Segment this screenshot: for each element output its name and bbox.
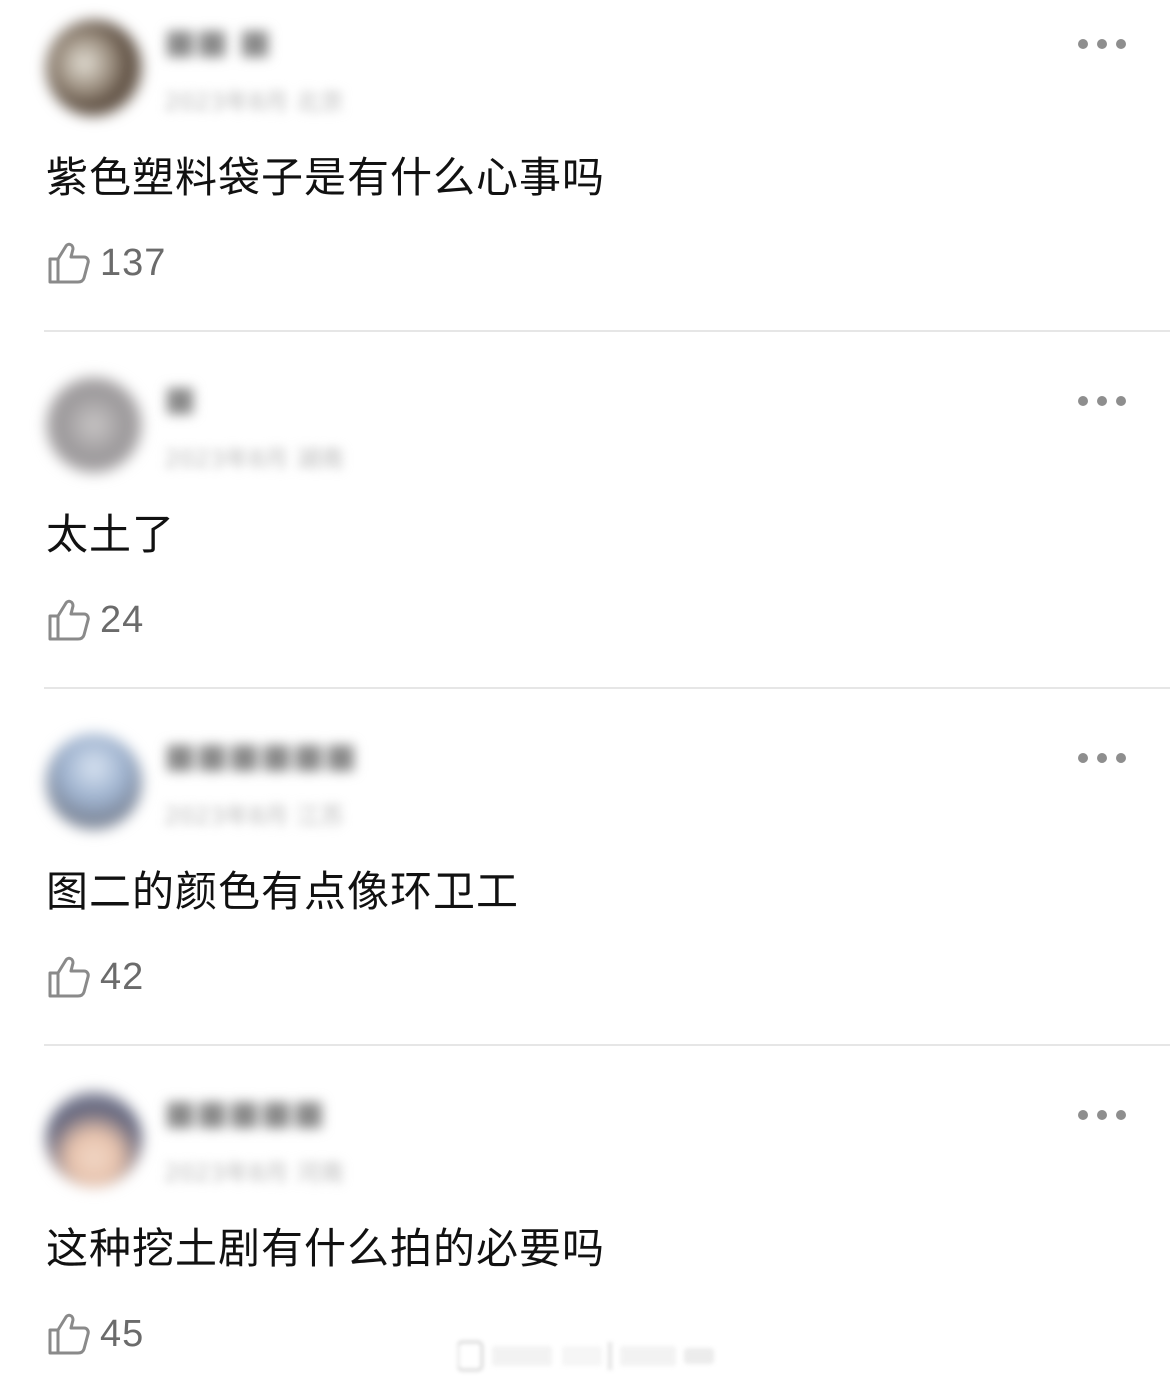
divider: [44, 687, 1170, 689]
more-dots-icon[interactable]: [1078, 750, 1126, 766]
like-count: 45: [100, 1312, 145, 1355]
author-name[interactable]: ■: [164, 379, 196, 419]
comment-meta: 2023年8月 河南: [164, 1159, 344, 1187]
avatar[interactable]: [46, 1091, 142, 1187]
author-name[interactable]: ■■■■■: [164, 1093, 325, 1133]
divider: [44, 330, 1170, 332]
avatar[interactable]: [46, 734, 142, 830]
author-name[interactable]: ■■■■■■: [164, 736, 357, 776]
avatar[interactable]: [46, 377, 142, 473]
like-count: 137: [100, 241, 167, 284]
comment-meta: 2023年8月 北京: [164, 88, 344, 116]
like-button[interactable]: 24: [46, 597, 144, 643]
thumbs-up-icon: [48, 599, 90, 641]
more-dots-icon[interactable]: [1078, 36, 1126, 52]
thumbs-up-icon: [48, 956, 90, 998]
like-button[interactable]: 42: [46, 954, 144, 1000]
author-name[interactable]: ■■ ■: [164, 22, 271, 62]
thumbs-up-icon: [48, 242, 90, 284]
like-button[interactable]: 45: [46, 1311, 144, 1357]
thumbs-up-icon: [48, 1313, 90, 1355]
avatar[interactable]: [46, 20, 142, 116]
like-count: 42: [100, 955, 145, 998]
like-button[interactable]: 137: [46, 240, 166, 286]
more-dots-icon[interactable]: [1078, 1107, 1126, 1123]
comment-text: 这种挖土剧有什么拍的必要吗: [46, 1224, 606, 1273]
divider: [44, 1044, 1170, 1046]
comment-meta: 2023年8月 江苏: [164, 802, 344, 830]
comment-meta: 2023年8月 湖南: [164, 445, 344, 473]
comment-text: 紫色塑料袋子是有什么心事吗: [46, 153, 606, 202]
watermark-image: [458, 1341, 714, 1371]
comment-text: 图二的颜色有点像环卫工: [46, 867, 520, 916]
comment-text: 太土了: [46, 510, 176, 559]
like-count: 24: [100, 598, 145, 641]
more-dots-icon[interactable]: [1078, 393, 1126, 409]
